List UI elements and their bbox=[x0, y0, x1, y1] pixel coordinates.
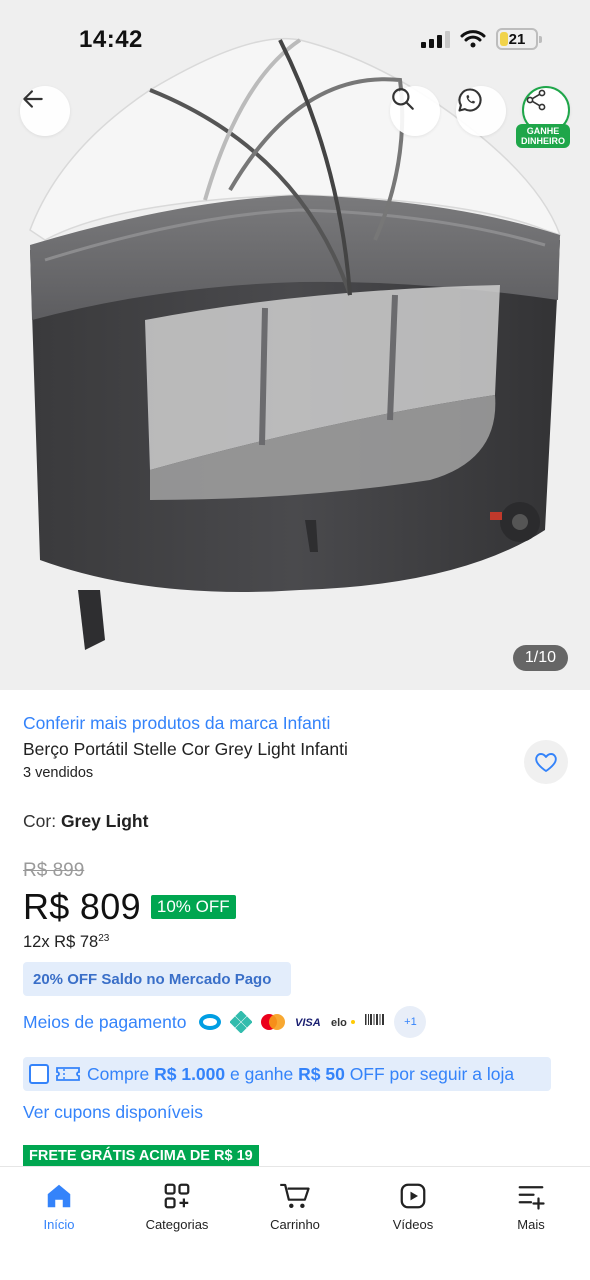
coupon-banner[interactable]: Compre R$ 1.000 e ganhe R$ 50 OFF por se… bbox=[23, 1057, 551, 1091]
nav-cart-label: Carrinho bbox=[270, 1217, 320, 1232]
status-indicators: 21 bbox=[421, 28, 542, 50]
payment-methods[interactable]: Meios de pagamento VISA elo +1 bbox=[23, 1006, 427, 1038]
nav-home-label: Início bbox=[43, 1217, 75, 1232]
coupon-text: Compre R$ 1.000 e ganhe R$ 50 OFF por se… bbox=[87, 1064, 514, 1085]
boleto-icon bbox=[364, 1012, 386, 1032]
bottom-navigation: Início Categorias Carrinho Vídeos Mais bbox=[0, 1166, 590, 1280]
mercado-pago-icon bbox=[198, 1013, 222, 1031]
wifi-icon bbox=[460, 30, 486, 48]
product-image-gallery[interactable]: GANHE DINHEIRO 1/10 bbox=[0, 0, 590, 690]
cellular-signal-icon bbox=[421, 30, 450, 48]
installments-amount: 12x R$ 78 bbox=[23, 933, 99, 951]
status-time: 14:42 bbox=[79, 26, 143, 53]
earn-money-badge[interactable]: GANHE DINHEIRO bbox=[516, 124, 571, 148]
arrow-left-icon bbox=[23, 90, 43, 108]
discount-badge: 10% OFF bbox=[150, 895, 236, 919]
search-icon bbox=[392, 88, 414, 110]
coupon-amount: R$ 1.000 bbox=[154, 1063, 226, 1084]
battery-icon: 21 bbox=[496, 28, 542, 50]
nav-categories-label: Categorias bbox=[145, 1217, 209, 1232]
nav-home[interactable]: Início bbox=[0, 1167, 118, 1280]
image-counter: 1/10 bbox=[512, 645, 568, 671]
see-coupons-link[interactable]: Ver cupons disponíveis bbox=[23, 1102, 203, 1123]
share-badge-line1: GANHE bbox=[526, 126, 560, 136]
visa-icon: VISA bbox=[294, 1015, 322, 1029]
coupon-bonus: R$ 50 bbox=[298, 1063, 345, 1084]
color-label: Cor: bbox=[23, 811, 61, 831]
mastercard-icon bbox=[260, 1013, 286, 1031]
brand-link[interactable]: Conferir mais produtos da marca Infanti bbox=[23, 713, 330, 734]
coupon-ticket-icon bbox=[56, 1067, 80, 1081]
free-shipping-badge: FRETE GRÁTIS ACIMA DE R$ 19 bbox=[23, 1145, 259, 1167]
heart-icon bbox=[535, 753, 557, 772]
svg-text:VISA: VISA bbox=[295, 1017, 321, 1029]
home-icon bbox=[47, 1184, 71, 1208]
status-bar: 14:42 21 bbox=[0, 0, 590, 78]
installments: 12x R$ 7823 bbox=[23, 933, 109, 952]
share-icon bbox=[526, 89, 546, 111]
current-price: R$ 809 bbox=[23, 886, 141, 927]
coupon-checkbox[interactable] bbox=[29, 1064, 49, 1084]
original-price: R$ 899 bbox=[23, 860, 85, 881]
coupon-part2: e ganhe bbox=[225, 1063, 299, 1084]
color-value: Grey Light bbox=[60, 811, 149, 831]
nav-more[interactable]: Mais bbox=[472, 1167, 590, 1280]
coupon-part3: OFF por seguir a loja bbox=[344, 1063, 515, 1084]
favorite-button[interactable] bbox=[524, 740, 568, 784]
svg-text:elo: elo bbox=[331, 1017, 347, 1029]
nav-categories[interactable]: Categorias bbox=[118, 1167, 236, 1280]
nav-videos-label: Vídeos bbox=[392, 1217, 434, 1232]
mercado-pago-offer: 20% OFF Saldo no Mercado Pago bbox=[23, 962, 291, 996]
more-payment-methods[interactable]: +1 bbox=[394, 1006, 427, 1038]
whatsapp-icon bbox=[458, 88, 482, 112]
product-title: Berço Portátil Stelle Cor Grey Light Inf… bbox=[23, 739, 348, 759]
back-button[interactable] bbox=[20, 86, 70, 136]
installments-cents: 23 bbox=[98, 933, 110, 944]
pix-icon bbox=[230, 1011, 253, 1033]
elo-icon: elo bbox=[330, 1015, 356, 1029]
more-icon bbox=[518, 1186, 545, 1210]
payment-methods-link[interactable]: Meios de pagamento bbox=[23, 1012, 186, 1033]
nav-more-label: Mais bbox=[517, 1217, 545, 1232]
whatsapp-share-button[interactable] bbox=[456, 86, 506, 136]
sold-count: 3 vendidos bbox=[23, 765, 94, 781]
nav-cart[interactable]: Carrinho bbox=[236, 1167, 354, 1280]
battery-level: 21 bbox=[508, 30, 526, 48]
cart-icon bbox=[280, 1183, 310, 1209]
price-row: R$ 809 10% OFF bbox=[23, 886, 236, 928]
video-icon bbox=[400, 1183, 426, 1209]
categories-icon bbox=[164, 1183, 190, 1209]
coupon-part1: Compre bbox=[87, 1063, 155, 1084]
color-selector[interactable]: Cor: Grey Light bbox=[23, 811, 148, 832]
share-badge-line2: DINHEIRO bbox=[521, 136, 566, 146]
search-button[interactable] bbox=[390, 86, 440, 136]
nav-videos[interactable]: Vídeos bbox=[354, 1167, 472, 1280]
